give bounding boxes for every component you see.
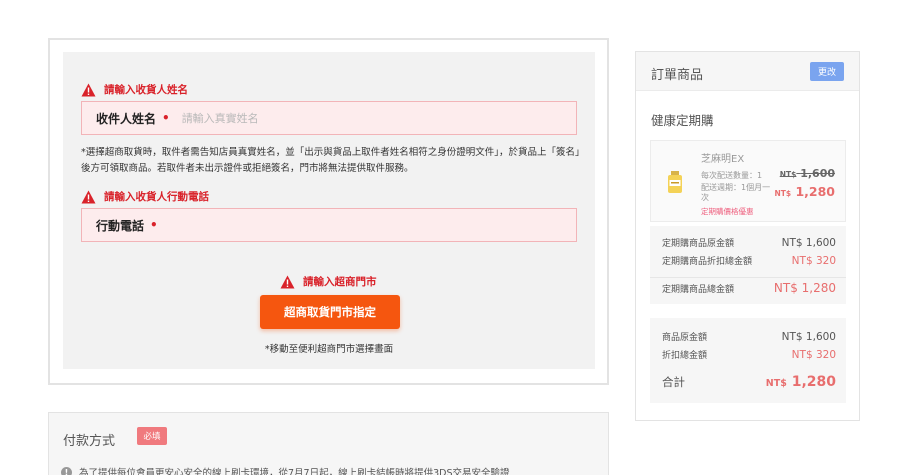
payment-3ds-notice: ! 為了提供每位會員更安心安全的線上刷卡環境，從7月7日起，線上刷卡結帳時將提供…	[61, 465, 509, 475]
receiver-phone-field[interactable]: 行動電話 •	[81, 208, 577, 242]
summary-row: 定期購商品原金額 NT$ 1,600	[662, 236, 836, 249]
receiver-name-field[interactable]: 收件人姓名 •	[81, 101, 577, 135]
sale-price-value: 1,280	[795, 184, 835, 199]
info-circle-icon: !	[61, 466, 72, 475]
store-error-text: 請輸入超商門市	[303, 276, 377, 288]
order-totals: 商品原金額 NT$ 1,600 折扣總金額 NT$ 320 合計 NT$ 1,2…	[650, 318, 846, 403]
summary-value: NT$ 320	[791, 255, 836, 267]
subscription-summary: 定期購商品原金額 NT$ 1,600 定期購商品折扣總金額 NT$ 320 定期…	[650, 226, 846, 304]
totals-row: 商品原金額 NT$ 1,600	[662, 330, 836, 343]
product-bottle-icon	[667, 171, 683, 193]
summary-value: NT$ 1,280	[773, 281, 836, 295]
summary-row: 定期購商品折扣總金額 NT$ 320	[662, 254, 836, 267]
receiver-form-panel: 請輸入收貨人姓名 收件人姓名 • *選擇超商取貨時，取件者需告知店員真實姓名，並…	[48, 38, 609, 385]
warning-triangle-icon	[81, 83, 96, 97]
grand-total-label: 合計	[662, 375, 685, 389]
pickup-id-notice: *選擇超商取貨時，取件者需告知店員真實姓名，並「出示與貨品上取件者姓名相符之身份…	[81, 147, 580, 174]
totals-row: 折扣總金額 NT$ 320	[662, 348, 836, 361]
currency-label: NT$	[765, 378, 787, 389]
required-mark: •	[150, 218, 158, 232]
original-price-value: 1,600	[800, 167, 835, 180]
receiver-phone-input[interactable]	[169, 218, 500, 232]
product-qty: 每次配送數量：1	[701, 171, 763, 180]
receiver-name-label: 收件人姓名	[96, 111, 157, 126]
totals-label: 折扣總金額	[662, 351, 708, 361]
warning-triangle-icon	[280, 275, 295, 289]
totals-value: NT$ 1,600	[781, 331, 836, 343]
payment-method-panel: 付款方式 必填 ! 為了提供每位會員更安心安全的線上刷卡環境，從7月7日起，線上…	[48, 412, 609, 475]
grand-total-amount: 1,280	[791, 374, 836, 390]
summary-label: 定期購商品折扣總金額	[662, 257, 753, 267]
name-error-message: 請輸入收貨人姓名	[81, 82, 188, 97]
product-card: 芝麻明EX 每次配送數量：1 配送週期：1個月一次 定期購價格優惠 NT$ 1,…	[650, 140, 846, 222]
grand-total-value: NT$ 1,280	[766, 374, 836, 390]
receiver-form-body: 請輸入收貨人姓名 收件人姓名 • *選擇超商取貨時，取件者需告知店員真實姓名，並…	[63, 52, 595, 369]
select-store-button[interactable]: 超商取貨門市指定	[260, 295, 400, 329]
currency-label: NT$	[774, 189, 792, 198]
name-error-text: 請輸入收貨人姓名	[104, 84, 188, 96]
product-sale-price: NT$ 1,280	[774, 184, 835, 199]
order-items-header: 訂單商品 更改	[636, 52, 859, 91]
store-error-message: 請輸入超商門市	[280, 274, 377, 289]
product-discount-tag: 定期購價格優惠	[701, 207, 754, 216]
grand-total-row: 合計 NT$ 1,280	[662, 374, 836, 390]
receiver-phone-label: 行動電話	[96, 218, 145, 233]
phone-error-message: 請輸入收貨人行動電話	[81, 189, 209, 204]
summary-label: 定期購商品總金額	[662, 285, 735, 295]
required-badge: 必填	[137, 427, 167, 445]
receiver-name-input[interactable]	[181, 111, 512, 125]
order-items-title: 訂單商品	[651, 68, 704, 83]
summary-row: 定期購商品總金額 NT$ 1,280	[662, 281, 836, 295]
totals-label: 商品原金額	[662, 333, 708, 343]
store-select-note: *移動至便利超商門市選擇畫面	[264, 344, 394, 355]
product-cycle: 配送週期：1個月一次	[701, 183, 771, 202]
payment-3ds-notice-text: 為了提供每位會員更安心安全的線上刷卡環境，從7月7日起，線上刷卡結帳時將提供3D…	[79, 468, 510, 475]
payment-method-title: 付款方式	[63, 434, 116, 449]
summary-label: 定期購商品原金額	[662, 239, 735, 249]
subscription-group-title: 健康定期購	[651, 113, 714, 128]
order-items-panel: 訂單商品 更改 健康定期購 芝麻明EX 每次配送數量：1 配送週期：1個月一次 …	[635, 51, 860, 421]
phone-error-text: 請輸入收貨人行動電話	[104, 191, 209, 203]
product-original-price: NT$ 1,600	[780, 167, 835, 180]
required-mark: •	[162, 111, 170, 125]
summary-value: NT$ 1,600	[781, 237, 836, 249]
product-name: 芝麻明EX	[701, 154, 745, 165]
warning-triangle-icon	[81, 190, 96, 204]
summary-divider	[650, 277, 846, 278]
totals-value: NT$ 320	[791, 349, 836, 361]
currency-label: NT$	[779, 170, 797, 179]
change-order-button[interactable]: 更改	[810, 62, 844, 81]
